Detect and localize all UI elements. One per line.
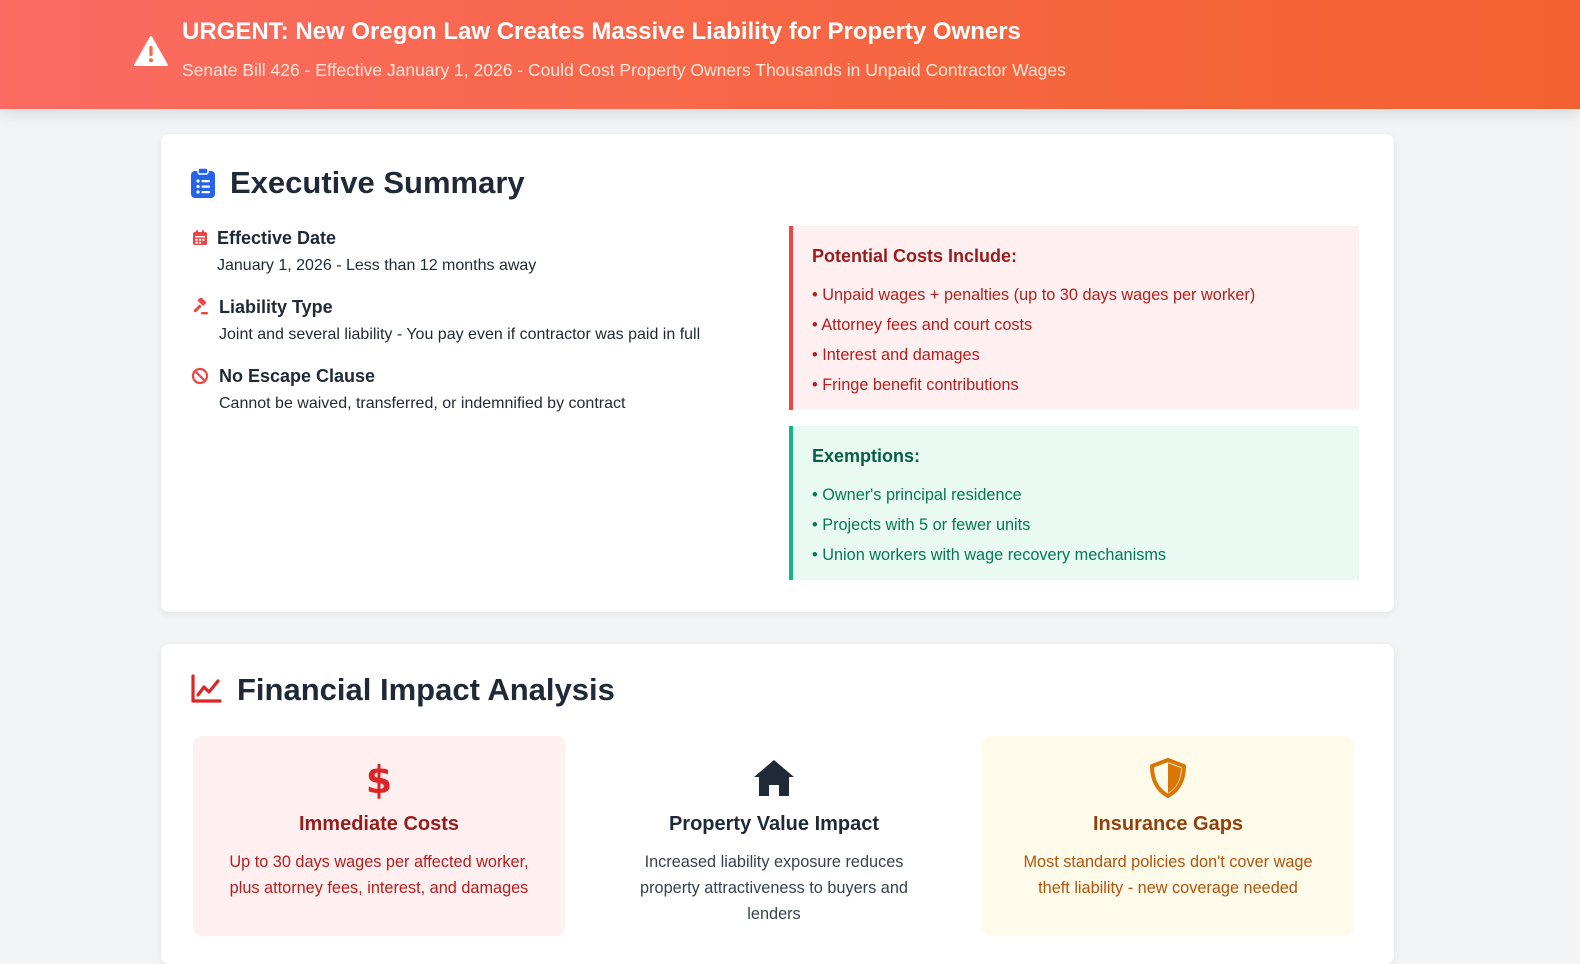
house-icon (754, 760, 794, 796)
warning-triangle-icon (134, 36, 168, 66)
list-item: • Owner's principal residence (812, 486, 1022, 504)
property-value-text: Increased liability exposure reduces pro… (640, 853, 908, 923)
no-escape-clause-label: No Escape Clause (219, 366, 376, 386)
exemptions-title: Exemptions: (812, 446, 921, 466)
banner-subtitle: Senate Bill 426 - Effective January 1, 2… (182, 60, 1066, 80)
immediate-costs-text: Up to 30 days wages per affected worker,… (229, 853, 529, 897)
banner-title: URGENT: New Oregon Law Creates Massive L… (182, 18, 1021, 45)
liability-type-text: Joint and several liability - You pay ev… (219, 326, 701, 343)
insurance-gaps-title: Insurance Gaps (1092, 813, 1244, 835)
list-item: • Attorney fees and court costs (812, 316, 1033, 334)
exemptions-panel: Exemptions: • Owner's principal residenc… (789, 426, 1359, 580)
property-value-card: Property Value Impact Increased liabilit… (588, 736, 960, 936)
no-escape-clause-text: Cannot be waived, transferred, or indemn… (219, 395, 626, 412)
financial-impact-title: Financial Impact Analysis (237, 672, 615, 707)
executive-summary-card: Executive Summary Effective Date January… (161, 134, 1394, 612)
alert-banner: URGENT: New Oregon Law Creates Massive L… (0, 0, 1580, 109)
insurance-gaps-card: Insurance Gaps Most standard policies do… (982, 736, 1354, 936)
list-item: • Union workers with wage recovery mecha… (812, 546, 1167, 564)
liability-type-label: Liability Type (219, 297, 333, 317)
gavel-icon (193, 298, 208, 315)
financial-impact-card: Financial Impact Analysis $ Immediate Co… (161, 644, 1394, 964)
list-item: • Fringe benefit contributions (812, 376, 1019, 394)
property-value-title: Property Value Impact (668, 813, 880, 835)
clipboard-list-icon (191, 167, 215, 198)
list-item: • Unpaid wages + penalties (up to 30 day… (812, 286, 1256, 304)
list-item: • Projects with 5 or fewer units (812, 516, 1031, 534)
dollar-icon: $ (366, 758, 392, 800)
executive-summary-title: Executive Summary (230, 165, 525, 200)
potential-costs-panel: Potential Costs Include: • Unpaid wages … (789, 226, 1359, 410)
ban-icon (191, 367, 209, 385)
insurance-gaps-text: Most standard policies don't cover wage … (1023, 853, 1313, 897)
potential-costs-title: Potential Costs Include: (812, 246, 1018, 266)
immediate-costs-title: Immediate Costs (298, 813, 460, 835)
svg-text:$: $ (366, 758, 392, 800)
shield-icon (1150, 758, 1186, 798)
chart-line-icon (191, 674, 222, 703)
immediate-costs-card: $ Immediate Costs Up to 30 days wages pe… (193, 736, 565, 936)
calendar-icon (193, 230, 207, 245)
effective-date-text: January 1, 2026 - Less than 12 months aw… (217, 257, 537, 274)
effective-date-label: Effective Date (217, 228, 337, 248)
list-item: • Interest and damages (812, 346, 980, 364)
